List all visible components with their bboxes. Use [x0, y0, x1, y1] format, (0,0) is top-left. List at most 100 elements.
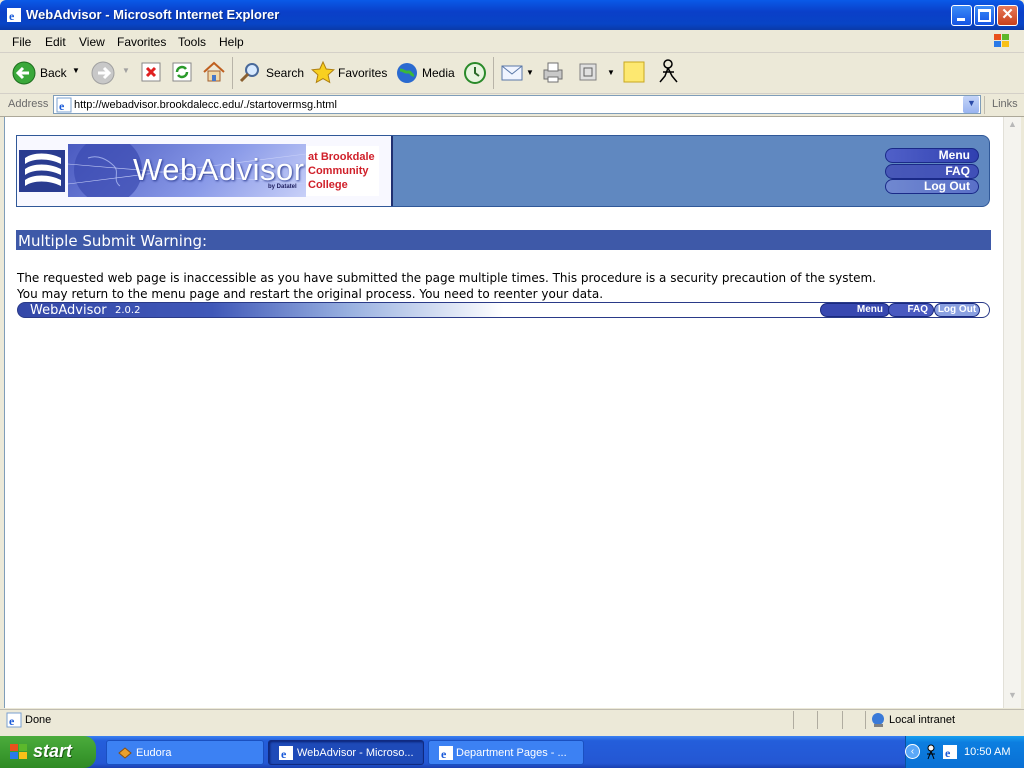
media-button[interactable]: Media — [395, 58, 455, 88]
media-globe-icon — [397, 63, 417, 83]
status-divider — [793, 711, 794, 729]
back-label: Back — [40, 66, 67, 80]
links-separator — [984, 96, 985, 114]
svg-text:e: e — [9, 9, 15, 23]
footer-brand: WebAdvisor — [30, 303, 107, 318]
forward-button[interactable]: ▼ — [90, 58, 130, 88]
favorites-star-icon — [311, 60, 335, 84]
forward-dropdown-icon[interactable]: ▼ — [122, 66, 130, 75]
mail-dropdown-icon[interactable]: ▼ — [526, 68, 534, 77]
address-dropdown-button[interactable]: ▼ — [963, 96, 979, 113]
ie-task-icon: e — [439, 746, 453, 761]
favorites-button[interactable]: Favorites — [310, 58, 388, 88]
menu-tools[interactable]: Tools — [178, 35, 206, 49]
menu-view[interactable]: View — [79, 35, 105, 49]
college-line-2: Community — [308, 165, 369, 177]
eudora-icon — [118, 747, 132, 759]
close-icon: ✕ — [1001, 6, 1014, 23]
address-label: Address — [8, 98, 49, 110]
start-button[interactable]: start — [0, 736, 96, 768]
address-url[interactable]: http://webadvisor.brookdalecc.edu/./star… — [74, 99, 337, 111]
start-label: start — [33, 741, 73, 761]
footer-menu-button[interactable]: Menu — [820, 303, 890, 317]
svg-text:e: e — [9, 714, 15, 728]
links-button[interactable]: Links — [992, 98, 1018, 110]
task-department-pages[interactable]: e Department Pages - ... — [428, 740, 584, 765]
footer-version: 2.0.2 — [115, 305, 141, 316]
maximize-icon — [978, 9, 991, 22]
footer-faq-button[interactable]: FAQ — [888, 303, 934, 317]
search-icon — [239, 63, 259, 83]
close-button[interactable]: ✕ — [997, 5, 1018, 26]
messenger-tray-icon[interactable] — [923, 744, 939, 760]
status-divider — [817, 711, 818, 729]
status-text: Done — [25, 714, 52, 726]
maximize-button[interactable] — [974, 5, 995, 26]
home-icon[interactable] — [201, 59, 227, 85]
back-arrow-icon — [12, 61, 36, 85]
header-menu-button[interactable]: Menu — [885, 148, 979, 163]
task-eudora[interactable]: Eudora — [106, 740, 264, 765]
search-button[interactable]: Search — [238, 58, 305, 88]
footer-logout-button[interactable]: Log Out — [934, 303, 980, 317]
page-status-icon: e — [6, 712, 22, 728]
ie-icon: e — [7, 8, 21, 23]
svg-text:e: e — [59, 99, 65, 113]
college-line-1: at Brookdale — [308, 151, 375, 163]
vertical-scrollbar[interactable]: ▲ ▼ — [1003, 117, 1021, 708]
menu-help[interactable]: Help — [219, 35, 244, 49]
svg-text:e: e — [945, 746, 951, 760]
header-faq-button[interactable]: FAQ — [885, 164, 979, 179]
warning-title: Multiple Submit Warning: — [18, 232, 208, 250]
chevron-down-icon: ▼ — [967, 98, 976, 108]
toolbar-separator — [232, 57, 233, 89]
warning-message-line-1: The requested web page is inaccessible a… — [17, 271, 877, 285]
search-label: Search — [266, 66, 305, 80]
intranet-globe-icon — [872, 713, 884, 727]
stop-icon[interactable] — [140, 61, 162, 83]
discuss-note-icon[interactable] — [622, 60, 646, 84]
messenger-icon[interactable] — [655, 58, 681, 86]
scroll-down-icon[interactable]: ▼ — [1008, 690, 1017, 700]
college-name-box: at Brookdale Community College — [306, 146, 379, 196]
minimize-icon — [957, 18, 965, 21]
status-divider — [842, 711, 843, 729]
warning-message: The requested web page is inaccessible a… — [17, 270, 1002, 302]
menu-favorites[interactable]: Favorites — [117, 35, 166, 49]
header-logout-button[interactable]: Log Out — [885, 179, 979, 194]
scroll-up-icon[interactable]: ▲ — [1008, 119, 1017, 129]
zone-text: Local intranet — [889, 714, 956, 726]
toolbar-separator — [493, 57, 494, 89]
back-dropdown-icon[interactable]: ▼ — [72, 66, 80, 75]
history-icon[interactable] — [462, 60, 488, 86]
windows-flag-icon — [994, 34, 1009, 47]
menu-file[interactable]: File — [12, 35, 31, 49]
tray-expand-chevron-icon[interactable]: ‹ — [905, 744, 920, 759]
task-label: Eudora — [136, 747, 172, 759]
favorites-label: Favorites — [338, 66, 388, 80]
datatel-logo-icon — [19, 150, 65, 192]
window-title: WebAdvisor - Microsoft Internet Explorer — [26, 7, 280, 22]
print-icon[interactable] — [540, 59, 566, 85]
windows-logo-icon — [10, 744, 27, 759]
svg-text:e: e — [281, 747, 287, 761]
edit-icon[interactable] — [579, 63, 597, 81]
status-divider — [865, 711, 866, 729]
back-button[interactable]: Back ▼ — [10, 58, 90, 88]
network-tray-icon[interactable]: e — [942, 744, 958, 760]
edit-dropdown-icon[interactable]: ▼ — [607, 68, 615, 77]
page-icon: e — [56, 97, 72, 113]
clock: 10:50 AM — [964, 746, 1011, 758]
refresh-icon[interactable] — [171, 61, 193, 83]
task-label: WebAdvisor - Microso... — [297, 747, 414, 759]
menu-edit[interactable]: Edit — [45, 35, 66, 49]
college-line-3: College — [308, 179, 348, 191]
datatel-byline: by Datatel — [268, 184, 297, 190]
minimize-button[interactable] — [951, 5, 972, 26]
mail-icon[interactable] — [500, 61, 524, 83]
svg-text:e: e — [441, 747, 447, 761]
forward-arrow-icon — [91, 61, 115, 85]
media-label: Media — [422, 66, 455, 80]
task-webadvisor[interactable]: e WebAdvisor - Microso... — [268, 740, 424, 765]
ie-task-icon: e — [279, 746, 293, 761]
